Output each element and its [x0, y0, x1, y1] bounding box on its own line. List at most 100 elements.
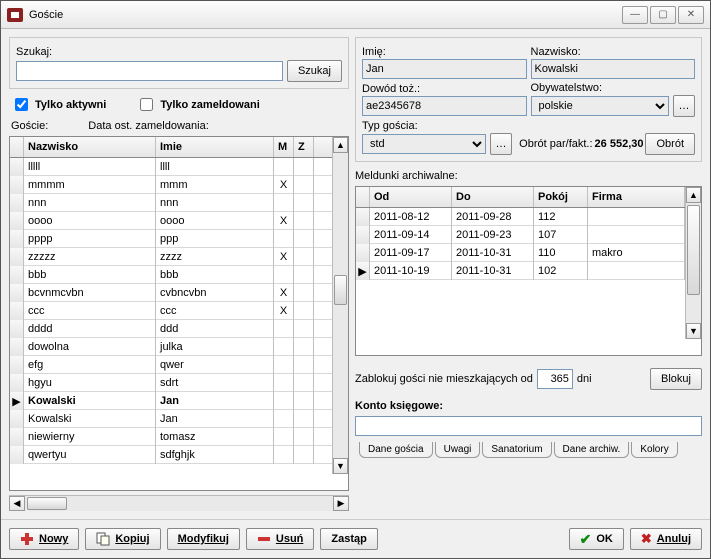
only-active-input[interactable]	[15, 98, 28, 111]
search-input[interactable]	[16, 61, 283, 81]
guests-vscroll[interactable]: ▲ ▼	[332, 137, 348, 474]
guesttype-more-button[interactable]: …	[490, 133, 512, 155]
archive-vscroll[interactable]: ▲ ▼	[685, 187, 701, 339]
search-group: Szukaj: Szukaj	[9, 37, 349, 89]
close-button[interactable]: ✕	[678, 6, 704, 24]
table-row[interactable]: niewiernytomasz	[10, 428, 332, 446]
citizenship-select[interactable]: polskie	[531, 96, 670, 116]
tab-dane-goscia[interactable]: Dane gościa	[359, 442, 433, 458]
new-button[interactable]: Nowy	[9, 528, 79, 550]
turnover-label: Obrót par/fakt.:	[519, 138, 592, 150]
col-m[interactable]: M	[274, 137, 294, 157]
table-row[interactable]: ccccccX	[10, 302, 332, 320]
guesttype-select[interactable]: std	[362, 134, 486, 154]
scroll-up-icon[interactable]: ▲	[686, 187, 701, 203]
col-name[interactable]: Imie	[156, 137, 274, 157]
archive-grid[interactable]: Od Do Pokój Firma 2011-08-122011-09-2811…	[355, 186, 702, 356]
guesttype-label: Typ gościa:	[362, 120, 512, 132]
scroll-hthumb[interactable]	[27, 497, 67, 510]
col-company[interactable]: Firma	[588, 187, 685, 207]
minimize-button[interactable]: —	[622, 6, 648, 24]
surname-field[interactable]	[531, 59, 696, 79]
table-row[interactable]: bcvnmcvbncvbncvbnX	[10, 284, 332, 302]
col-z[interactable]: Z	[294, 137, 314, 157]
scroll-thumb[interactable]	[334, 275, 347, 305]
table-row[interactable]: ▶KowalskiJan	[10, 392, 332, 410]
plus-icon	[20, 532, 34, 546]
guests-grid[interactable]: Nazwisko Imie M Z lllllllllmmmmmmmXnnnnn…	[9, 136, 349, 491]
block-button[interactable]: Blokuj	[650, 368, 702, 390]
block-days-input[interactable]	[537, 369, 573, 389]
account-label: Konto księgowe:	[355, 400, 443, 412]
details-group: Imię: Nazwisko: Dowód toż.:	[355, 37, 702, 162]
scroll-right-icon[interactable]: ▶	[333, 496, 349, 511]
table-row[interactable]: mmmmmmmX	[10, 176, 332, 194]
turnover-value: 26 552,30	[595, 138, 644, 150]
table-row[interactable]: ▶2011-10-192011-10-31102	[356, 262, 685, 280]
table-row[interactable]: efgqwer	[10, 356, 332, 374]
col-room[interactable]: Pokój	[534, 187, 588, 207]
turnover-button[interactable]: Obrót	[645, 133, 695, 155]
modify-button[interactable]: Modyfikuj	[167, 528, 240, 550]
minus-icon	[257, 532, 271, 546]
maximize-button[interactable]: ▢	[650, 6, 676, 24]
client-area: Szukaj: Szukaj Tylko aktywni Tylko zamel…	[1, 29, 710, 519]
block-label-pre: Zablokuj gości nie mieszkających od	[355, 373, 533, 385]
search-label: Szukaj:	[16, 46, 342, 58]
table-row[interactable]: qwertyusdfghjk	[10, 446, 332, 464]
scroll-left-icon[interactable]: ◀	[9, 496, 25, 511]
table-row[interactable]: ooooooooX	[10, 212, 332, 230]
guests-grid-header: Nazwisko Imie M Z	[10, 137, 332, 158]
only-active-checkbox[interactable]: Tylko aktywni	[11, 95, 106, 114]
only-registered-input[interactable]	[140, 98, 153, 111]
table-row[interactable]: zzzzzzzzzX	[10, 248, 332, 266]
copy-icon	[96, 532, 110, 546]
citizenship-label: Obywatelstwo:	[531, 82, 696, 94]
table-row[interactable]: 2011-09-172011-10-31110makro	[356, 244, 685, 262]
table-row[interactable]: KowalskiJan	[10, 410, 332, 428]
x-icon: ✖	[641, 531, 652, 547]
table-row[interactable]: dowolnajulka	[10, 338, 332, 356]
col-to[interactable]: Do	[452, 187, 534, 207]
scroll-down-icon[interactable]: ▼	[333, 458, 348, 474]
last-checkin-label: Data ost. zameldowania:	[88, 120, 208, 132]
account-input[interactable]	[355, 416, 702, 436]
window-title: Goście	[29, 9, 620, 21]
table-row[interactable]: 2011-09-142011-09-23107	[356, 226, 685, 244]
col-from[interactable]: Od	[370, 187, 452, 207]
table-row[interactable]: nnnnnn	[10, 194, 332, 212]
replace-button[interactable]: Zastąp	[320, 528, 377, 550]
search-button[interactable]: Szukaj	[287, 60, 342, 82]
table-row[interactable]: 2011-08-122011-09-28112	[356, 208, 685, 226]
cancel-button[interactable]: ✖ Anuluj	[630, 528, 702, 550]
table-row[interactable]: bbbbbb	[10, 266, 332, 284]
tab-kolory[interactable]: Kolory	[631, 442, 677, 458]
surname-label: Nazwisko:	[531, 46, 696, 58]
app-icon	[7, 8, 23, 22]
only-registered-checkbox[interactable]: Tylko zameldowani	[136, 95, 259, 114]
ok-button[interactable]: ✔ OK	[569, 528, 624, 550]
citizenship-more-button[interactable]: …	[673, 95, 695, 117]
delete-button[interactable]: Usuń	[246, 528, 315, 550]
copy-button[interactable]: Kopiuj	[85, 528, 160, 550]
tab-dane-archiw[interactable]: Dane archiw.	[554, 442, 630, 458]
check-icon: ✔	[580, 531, 592, 548]
iddoc-field[interactable]	[362, 96, 527, 116]
archive-title: Meldunki archiwalne:	[355, 170, 702, 182]
table-row[interactable]: hgyusdrt	[10, 374, 332, 392]
scroll-thumb[interactable]	[687, 205, 700, 295]
table-row[interactable]: ddddddd	[10, 320, 332, 338]
guests-label: Goście:	[11, 120, 48, 132]
bottom-toolbar: Nowy Kopiuj Modyfikuj Usuń Zastąp ✔ OK ✖…	[1, 519, 710, 558]
table-row[interactable]: lllllllll	[10, 158, 332, 176]
guests-hscroll[interactable]: ◀ ▶	[9, 495, 349, 511]
tab-sanatorium[interactable]: Sanatorium	[482, 442, 551, 458]
first-name-field[interactable]	[362, 59, 527, 79]
scroll-down-icon[interactable]: ▼	[686, 323, 701, 339]
tab-uwagi[interactable]: Uwagi	[435, 442, 481, 458]
scroll-up-icon[interactable]: ▲	[333, 137, 348, 153]
detail-tabs: Dane gościa Uwagi Sanatorium Dane archiw…	[355, 442, 702, 458]
col-surname[interactable]: Nazwisko	[24, 137, 156, 157]
block-label-post: dni	[577, 373, 592, 385]
table-row[interactable]: ppppppp	[10, 230, 332, 248]
